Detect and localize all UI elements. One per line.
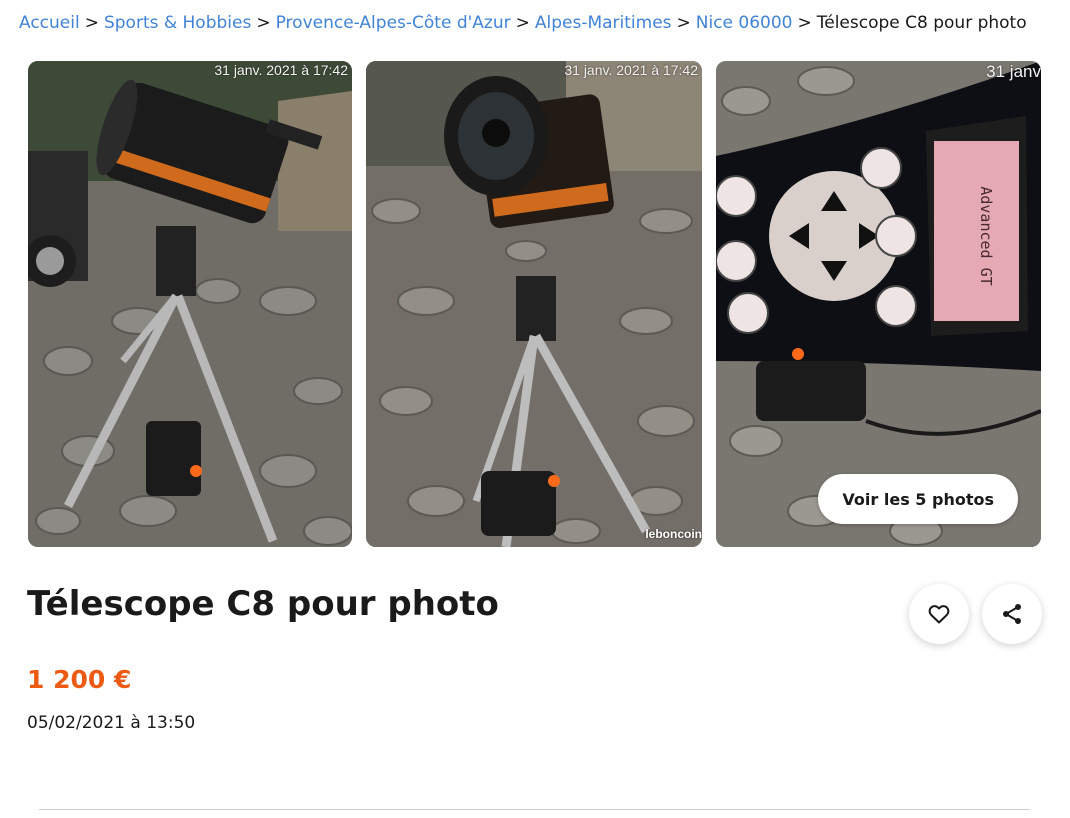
photo-2-image [366,61,702,547]
heart-icon [928,605,950,624]
breadcrumb-current: Télescope C8 pour photo [816,13,1027,33]
listing-title: Télescope C8 pour photo [27,584,499,624]
share-button[interactable] [982,584,1042,644]
listing-price: 1 200 € [27,665,132,694]
breadcrumb: Accueil > Sports & Hobbies > Provence-Alpes-… [19,11,1027,35]
breadcrumb-link-city[interactable]: Nice 06000 [696,13,793,33]
photo-3[interactable]: Advanced GT 31 janv Voir les 5 photos [716,61,1041,547]
breadcrumb-link-home[interactable]: Accueil [19,13,80,33]
photo-1-timestamp: 31 janv. 2021 à 17:42 [214,62,348,78]
breadcrumb-separator: > [256,13,271,33]
svg-text:Advanced GT: Advanced GT [977,186,995,285]
breadcrumb-separator: > [676,13,691,33]
photo-2-timestamp: 31 janv. 2021 à 17:42 [564,62,698,78]
photo-1-image [28,61,352,547]
favorite-button[interactable] [909,584,969,644]
listing-date: 05/02/2021 à 13:50 [27,713,196,733]
breadcrumb-separator: > [84,13,99,33]
breadcrumb-separator: > [797,13,812,33]
listing-actions [909,584,1043,644]
photo-2-watermark: leboncoin [645,527,702,541]
breadcrumb-link-department[interactable]: Alpes-Maritimes [535,13,672,33]
photo-gallery: 31 janv. 2021 à 17:42 31 janv. 2021 à 17… [28,61,1041,547]
share-icon [1003,604,1021,624]
photo-3-timestamp: 31 janv [986,62,1041,81]
breadcrumb-link-category[interactable]: Sports & Hobbies [104,13,251,33]
photo-1[interactable]: 31 janv. 2021 à 17:42 [28,61,352,547]
see-all-photos-button[interactable]: Voir les 5 photos [818,474,1018,524]
breadcrumb-separator: > [515,13,530,33]
section-divider [39,809,1030,810]
breadcrumb-link-region[interactable]: Provence-Alpes-Côte d'Azur [276,13,511,33]
photo-2[interactable]: 31 janv. 2021 à 17:42 leboncoin [366,61,702,547]
